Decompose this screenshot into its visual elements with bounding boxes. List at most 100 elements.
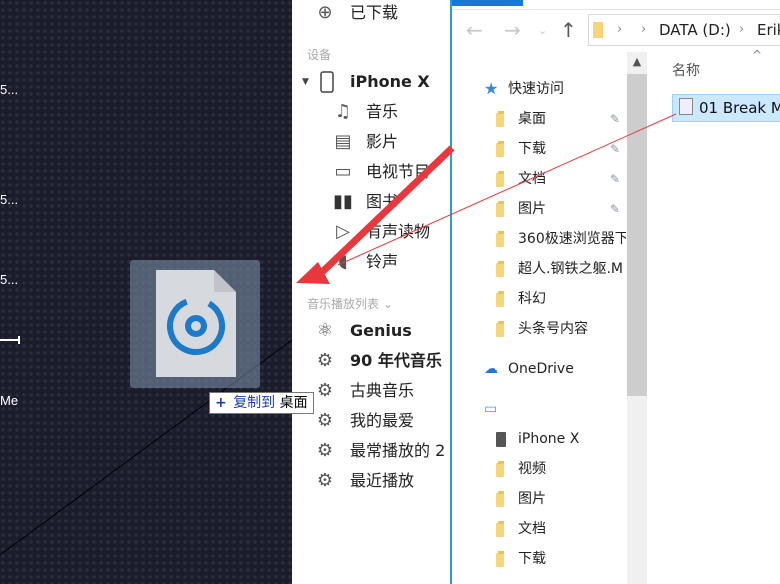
- dragged-file-ghost[interactable]: [130, 260, 260, 388]
- computer-icon: ▭: [484, 401, 498, 417]
- nav-item-label: 图片: [518, 491, 546, 507]
- nav-item[interactable]: 桌面 ✎: [496, 105, 626, 133]
- folder-icon: [496, 321, 512, 337]
- pin-icon[interactable]: ✎: [610, 165, 620, 193]
- folder-icon: [496, 231, 512, 247]
- desktop-background: 5... 5... 5... Me: [0, 0, 292, 584]
- itunes-sidebar: ⊕ 已下载 设备 ▼ iPhone X ♫ 音乐 ▤ 影片 ▭ 电视节目 ▮▮ …: [292, 0, 451, 584]
- nav-item[interactable]: 超人.钢铁之躯.M: [496, 255, 626, 283]
- devices-header: 设备: [307, 48, 332, 62]
- smart-playlist-gear-icon: ⚙: [316, 380, 334, 401]
- navigation-pane: ★ 快速访问 桌面 ✎ 下载 ✎ 文档 ✎ 图片 ✎ 360极速浏览器下 超人.…: [452, 60, 627, 584]
- recent-locations-chevron-icon[interactable]: ⌄: [538, 24, 547, 37]
- nav-item-label: 文档: [518, 171, 546, 187]
- playlist-label: Genius: [350, 321, 412, 340]
- smart-playlist-gear-icon: ⚙: [316, 440, 334, 461]
- playlist-label: 最近播放: [350, 471, 415, 490]
- file-row-selected[interactable]: 01 Break M: [672, 94, 780, 122]
- expand-caret-icon[interactable]: ▼: [302, 69, 309, 95]
- nav-item-label: 文档: [518, 521, 546, 537]
- back-arrow-icon[interactable]: ←: [466, 18, 483, 42]
- pin-icon[interactable]: ✎: [610, 135, 620, 163]
- nav-item-label: 头条号内容: [518, 321, 588, 337]
- folder-icon: [593, 22, 603, 38]
- nav-item-label: 360极速浏览器下: [518, 231, 626, 247]
- nav-item-label: OneDrive: [508, 361, 574, 377]
- scrollbar-thumb[interactable]: [627, 74, 647, 396]
- sort-ascending-icon: ^: [752, 48, 763, 62]
- up-arrow-icon[interactable]: ↑: [560, 18, 577, 42]
- sidebar-item-label: 铃声: [366, 252, 399, 271]
- drag-copy-tooltip: + 复制到 桌面: [209, 392, 314, 414]
- sidebar-item-label: 图书: [366, 192, 399, 211]
- chevron-down-icon: ⌄: [382, 297, 393, 311]
- pin-icon[interactable]: ✎: [610, 195, 620, 223]
- nav-item-label: 桌面: [518, 111, 546, 127]
- playlist-label: 古典音乐: [350, 381, 415, 400]
- breadcrumb-item[interactable]: Erik: [757, 15, 780, 45]
- tooltip-target: 桌面: [279, 395, 308, 411]
- column-header-name[interactable]: 名称: [672, 60, 700, 80]
- plus-icon: +: [215, 395, 227, 411]
- tooltip-action: 复制到: [233, 395, 276, 411]
- downloads-folder-icon: [496, 551, 512, 567]
- playlist-label: 最常播放的 2: [350, 441, 446, 460]
- sidebar-item-label: 音乐: [366, 102, 399, 121]
- file-name: 01 Break M: [699, 99, 780, 117]
- nav-item-label: 快速访问: [508, 81, 564, 97]
- audiobook-icon: ▷: [336, 221, 350, 242]
- ribbon-separator: [452, 9, 780, 10]
- playlists-header[interactable]: 音乐播放列表 ⌄: [307, 295, 393, 312]
- film-icon: ▤: [334, 131, 352, 152]
- sidebar-item-label: 有声读物: [366, 222, 431, 241]
- documents-folder-icon: [496, 171, 512, 187]
- titlebar-accent: [452, 0, 523, 6]
- smart-playlist-gear-icon: ⚙: [316, 350, 334, 371]
- nav-item[interactable]: 文档 ✎: [496, 165, 626, 193]
- music-file-icon: [679, 98, 693, 115]
- breadcrumb-separator-icon[interactable]: ›: [739, 15, 744, 45]
- star-icon: ★: [484, 79, 499, 98]
- nav-item[interactable]: 图片 ✎: [496, 195, 626, 223]
- iphone-icon: [316, 71, 338, 93]
- download-circle-icon: ⊕: [317, 2, 333, 23]
- folder-icon: [496, 261, 512, 277]
- desktop-folder-icon: [496, 111, 512, 127]
- book-icon: ▮▮: [333, 191, 353, 212]
- breadcrumb-separator-icon[interactable]: ›: [617, 15, 622, 45]
- nav-item[interactable]: 下载 ✎: [496, 135, 626, 163]
- documents-folder-icon: [496, 521, 512, 537]
- smart-playlist-gear-icon: ⚙: [316, 470, 334, 491]
- nav-item-label: 视频: [518, 461, 546, 477]
- downloads-folder-icon: [496, 141, 512, 157]
- playlist-label: 90 年代音乐: [350, 351, 442, 370]
- breadcrumb-separator-icon[interactable]: ›: [641, 15, 646, 45]
- file-list-pane: ^ 名称 01 Break M: [652, 48, 780, 584]
- genius-atom-icon: ⚛: [316, 320, 334, 341]
- playlist-label: 我的最爱: [350, 411, 415, 430]
- pictures-folder-icon: [496, 491, 512, 507]
- device-name: iPhone X: [350, 72, 430, 91]
- nav-item-label: 下载: [518, 551, 546, 567]
- scroll-up-icon[interactable]: ▲: [627, 52, 647, 72]
- bell-icon: ◖: [338, 251, 348, 272]
- portable-device-icon: [496, 432, 506, 447]
- nav-item[interactable]: 360极速浏览器下: [496, 225, 626, 253]
- folder-icon: [496, 291, 512, 307]
- forward-arrow-icon[interactable]: →: [504, 18, 521, 42]
- nav-item-label: 图片: [518, 201, 546, 217]
- pin-icon[interactable]: ✎: [610, 105, 620, 133]
- videos-folder-icon: [496, 461, 512, 477]
- cloud-icon: ☁: [484, 361, 498, 377]
- breadcrumb-item[interactable]: DATA (D:): [659, 15, 731, 45]
- nav-item-label: 科幻: [518, 291, 546, 307]
- address-bar[interactable]: › › DATA (D:) › Erik: [588, 14, 780, 46]
- nav-pane-scrollbar[interactable]: ▲: [627, 52, 647, 584]
- nav-item-label: 超人.钢铁之躯.M: [518, 261, 623, 277]
- smart-playlist-gear-icon: ⚙: [316, 410, 334, 431]
- playlists-header-label: 音乐播放列表: [307, 297, 380, 311]
- sidebar-item-label: 电视节目: [366, 162, 431, 181]
- file-explorer-window: ← → ⌄ ↑ › › DATA (D:) › Erik ★ 快速访问 桌面 ✎…: [450, 0, 780, 584]
- pictures-folder-icon: [496, 201, 512, 217]
- sidebar-item-label: 已下载: [350, 3, 399, 22]
